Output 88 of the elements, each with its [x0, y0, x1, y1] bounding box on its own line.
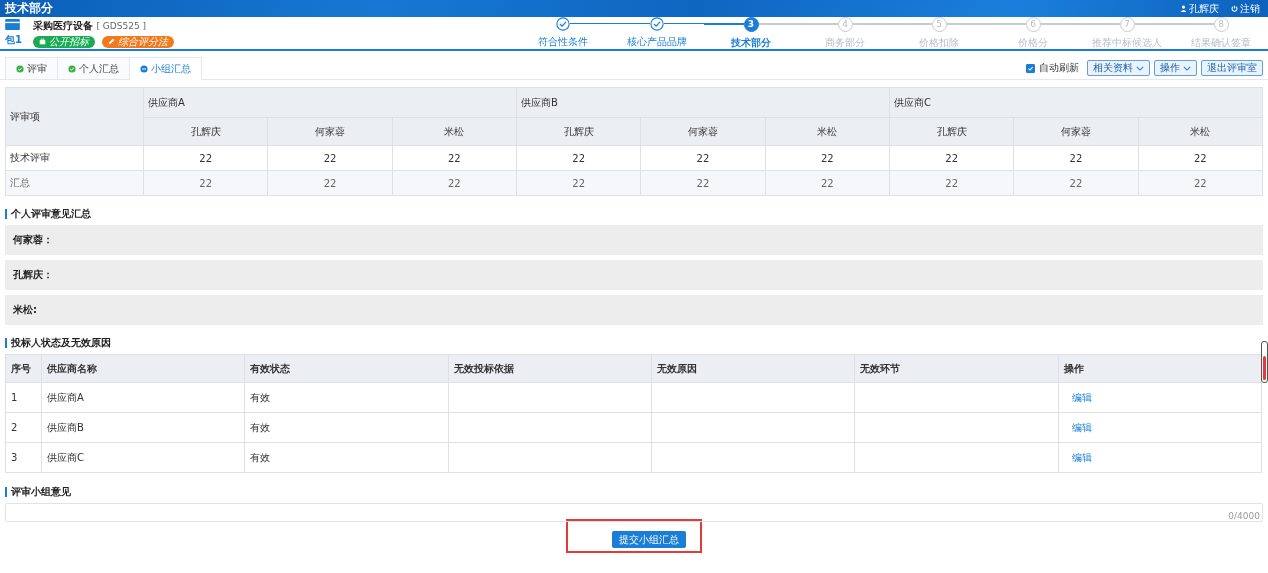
table-cell: 供应商A [41, 382, 245, 413]
reviewer-name: 孔辉庆： [13, 268, 53, 282]
table-cell: 22 [1138, 170, 1263, 196]
reviewer-name: 米松: [13, 303, 37, 317]
header-cell: 序号 [5, 354, 42, 383]
table-cell: 22 [516, 145, 641, 171]
table-cell: 有效 [244, 382, 449, 413]
table-cell: 22 [143, 145, 268, 171]
header-cell: 何家蓉 [1013, 117, 1139, 146]
table-cell: 22 [889, 170, 1014, 196]
table-cell: 22 [640, 145, 766, 171]
package-label: 包1 [5, 33, 22, 47]
table-cell: 3 [5, 442, 42, 473]
user-icon [1180, 5, 1187, 12]
pencil-icon [107, 38, 115, 45]
header-cell: 米松 [392, 117, 517, 146]
table-cell: 22 [889, 145, 1014, 171]
table-cell: 1 [5, 382, 42, 413]
edit-link[interactable]: 编辑 [1071, 421, 1092, 433]
toolbar-button[interactable]: 操作 [1154, 60, 1197, 76]
table-cell: 22 [765, 145, 890, 171]
checkbox[interactable] [1026, 63, 1035, 73]
logout-link[interactable]: 注销 [1231, 1, 1260, 16]
step-label[interactable]: 核心产品品牌 [627, 34, 687, 49]
table-cell: 22 [1013, 170, 1139, 196]
header-cell: 何家蓉 [640, 117, 766, 146]
table-cell: 技术评审 [5, 145, 144, 171]
header-cell: 米松 [765, 117, 890, 146]
table-cell: 22 [516, 170, 641, 196]
reviewer-name: 何家蓉： [13, 233, 53, 247]
header-cell: 孔辉庆 [143, 117, 268, 146]
table-cell: 22 [640, 170, 766, 196]
project-name: 采购医疗设备 [32, 18, 93, 33]
table-cell: 供应商C [41, 442, 245, 473]
header-cell: 米松 [1138, 117, 1263, 146]
auto-refresh-checkbox[interactable]: 自动刷新 [1026, 61, 1079, 75]
user-link[interactable]: 孔辉庆 [1180, 1, 1219, 16]
table-cell: 22 [1138, 145, 1263, 171]
page-title: 技术部分 [5, 0, 53, 17]
table-cell: 22 [267, 145, 393, 171]
step-label[interactable]: 技术部分 [731, 35, 771, 50]
header-cell: 供应商C [889, 87, 1263, 118]
table-cell: 22 [765, 170, 890, 196]
method-tag: 公开招标 [32, 35, 95, 48]
checkbox-label: 自动刷新 [1039, 61, 1079, 75]
table-cell: 22 [392, 145, 517, 171]
table-cell: 22 [143, 170, 268, 196]
header-cell: 何家蓉 [267, 117, 393, 146]
folder-icon [5, 19, 20, 30]
edit-link[interactable]: 编辑 [1071, 451, 1092, 463]
edit-link[interactable]: 编辑 [1071, 391, 1092, 403]
opinion-textarea[interactable]: 0/4000 [5, 503, 1263, 522]
table-cell: 有效 [244, 412, 449, 443]
submit-button[interactable]: 提交小组汇总 [612, 531, 686, 548]
table-cell: 供应商B [41, 412, 245, 443]
header-cell: 操作 [1058, 354, 1262, 383]
tab[interactable]: 小组汇总 [129, 57, 202, 80]
caret-icon [1136, 65, 1144, 71]
header-cell: 孔辉庆 [889, 117, 1014, 146]
table-cell: 22 [392, 170, 517, 196]
section-title: 个人评审意见汇总 [5, 209, 1263, 219]
header-cell: 无效环节 [854, 354, 1059, 383]
project-code: [ GDS525 ] [96, 20, 147, 31]
tab[interactable]: 评审 [5, 57, 58, 79]
header-cell: 供应商名称 [41, 354, 245, 383]
header-cell: 供应商A [143, 87, 517, 118]
section-title: 评审小组意见 [5, 487, 1263, 497]
header-cell: 有效状态 [244, 354, 449, 383]
toolbar-button[interactable]: 退出评审室 [1201, 60, 1263, 76]
header-cell: 无效投标依据 [448, 354, 652, 383]
table-cell: 22 [267, 170, 393, 196]
method-tag: 综合评分法 [101, 35, 174, 48]
header-cell: 孔辉庆 [516, 117, 641, 146]
tab[interactable]: 个人汇总 [57, 57, 130, 79]
character-counter: 0/4000 [1228, 511, 1260, 521]
table-cell: 22 [1013, 145, 1139, 171]
table-cell: 2 [5, 412, 42, 443]
header-cell: 无效原因 [651, 354, 855, 383]
table-cell: 汇总 [5, 170, 144, 196]
power-icon [1231, 5, 1238, 12]
table-cell: 有效 [244, 442, 449, 473]
caret-icon [1183, 65, 1191, 71]
bag-icon [38, 38, 46, 45]
scrollbar[interactable] [1261, 341, 1268, 383]
header-cell: 评审项 [5, 87, 144, 146]
toolbar-button[interactable]: 相关资料 [1087, 60, 1150, 76]
step-label[interactable]: 符合性条件 [538, 34, 588, 49]
header-cell: 供应商B [516, 87, 890, 118]
